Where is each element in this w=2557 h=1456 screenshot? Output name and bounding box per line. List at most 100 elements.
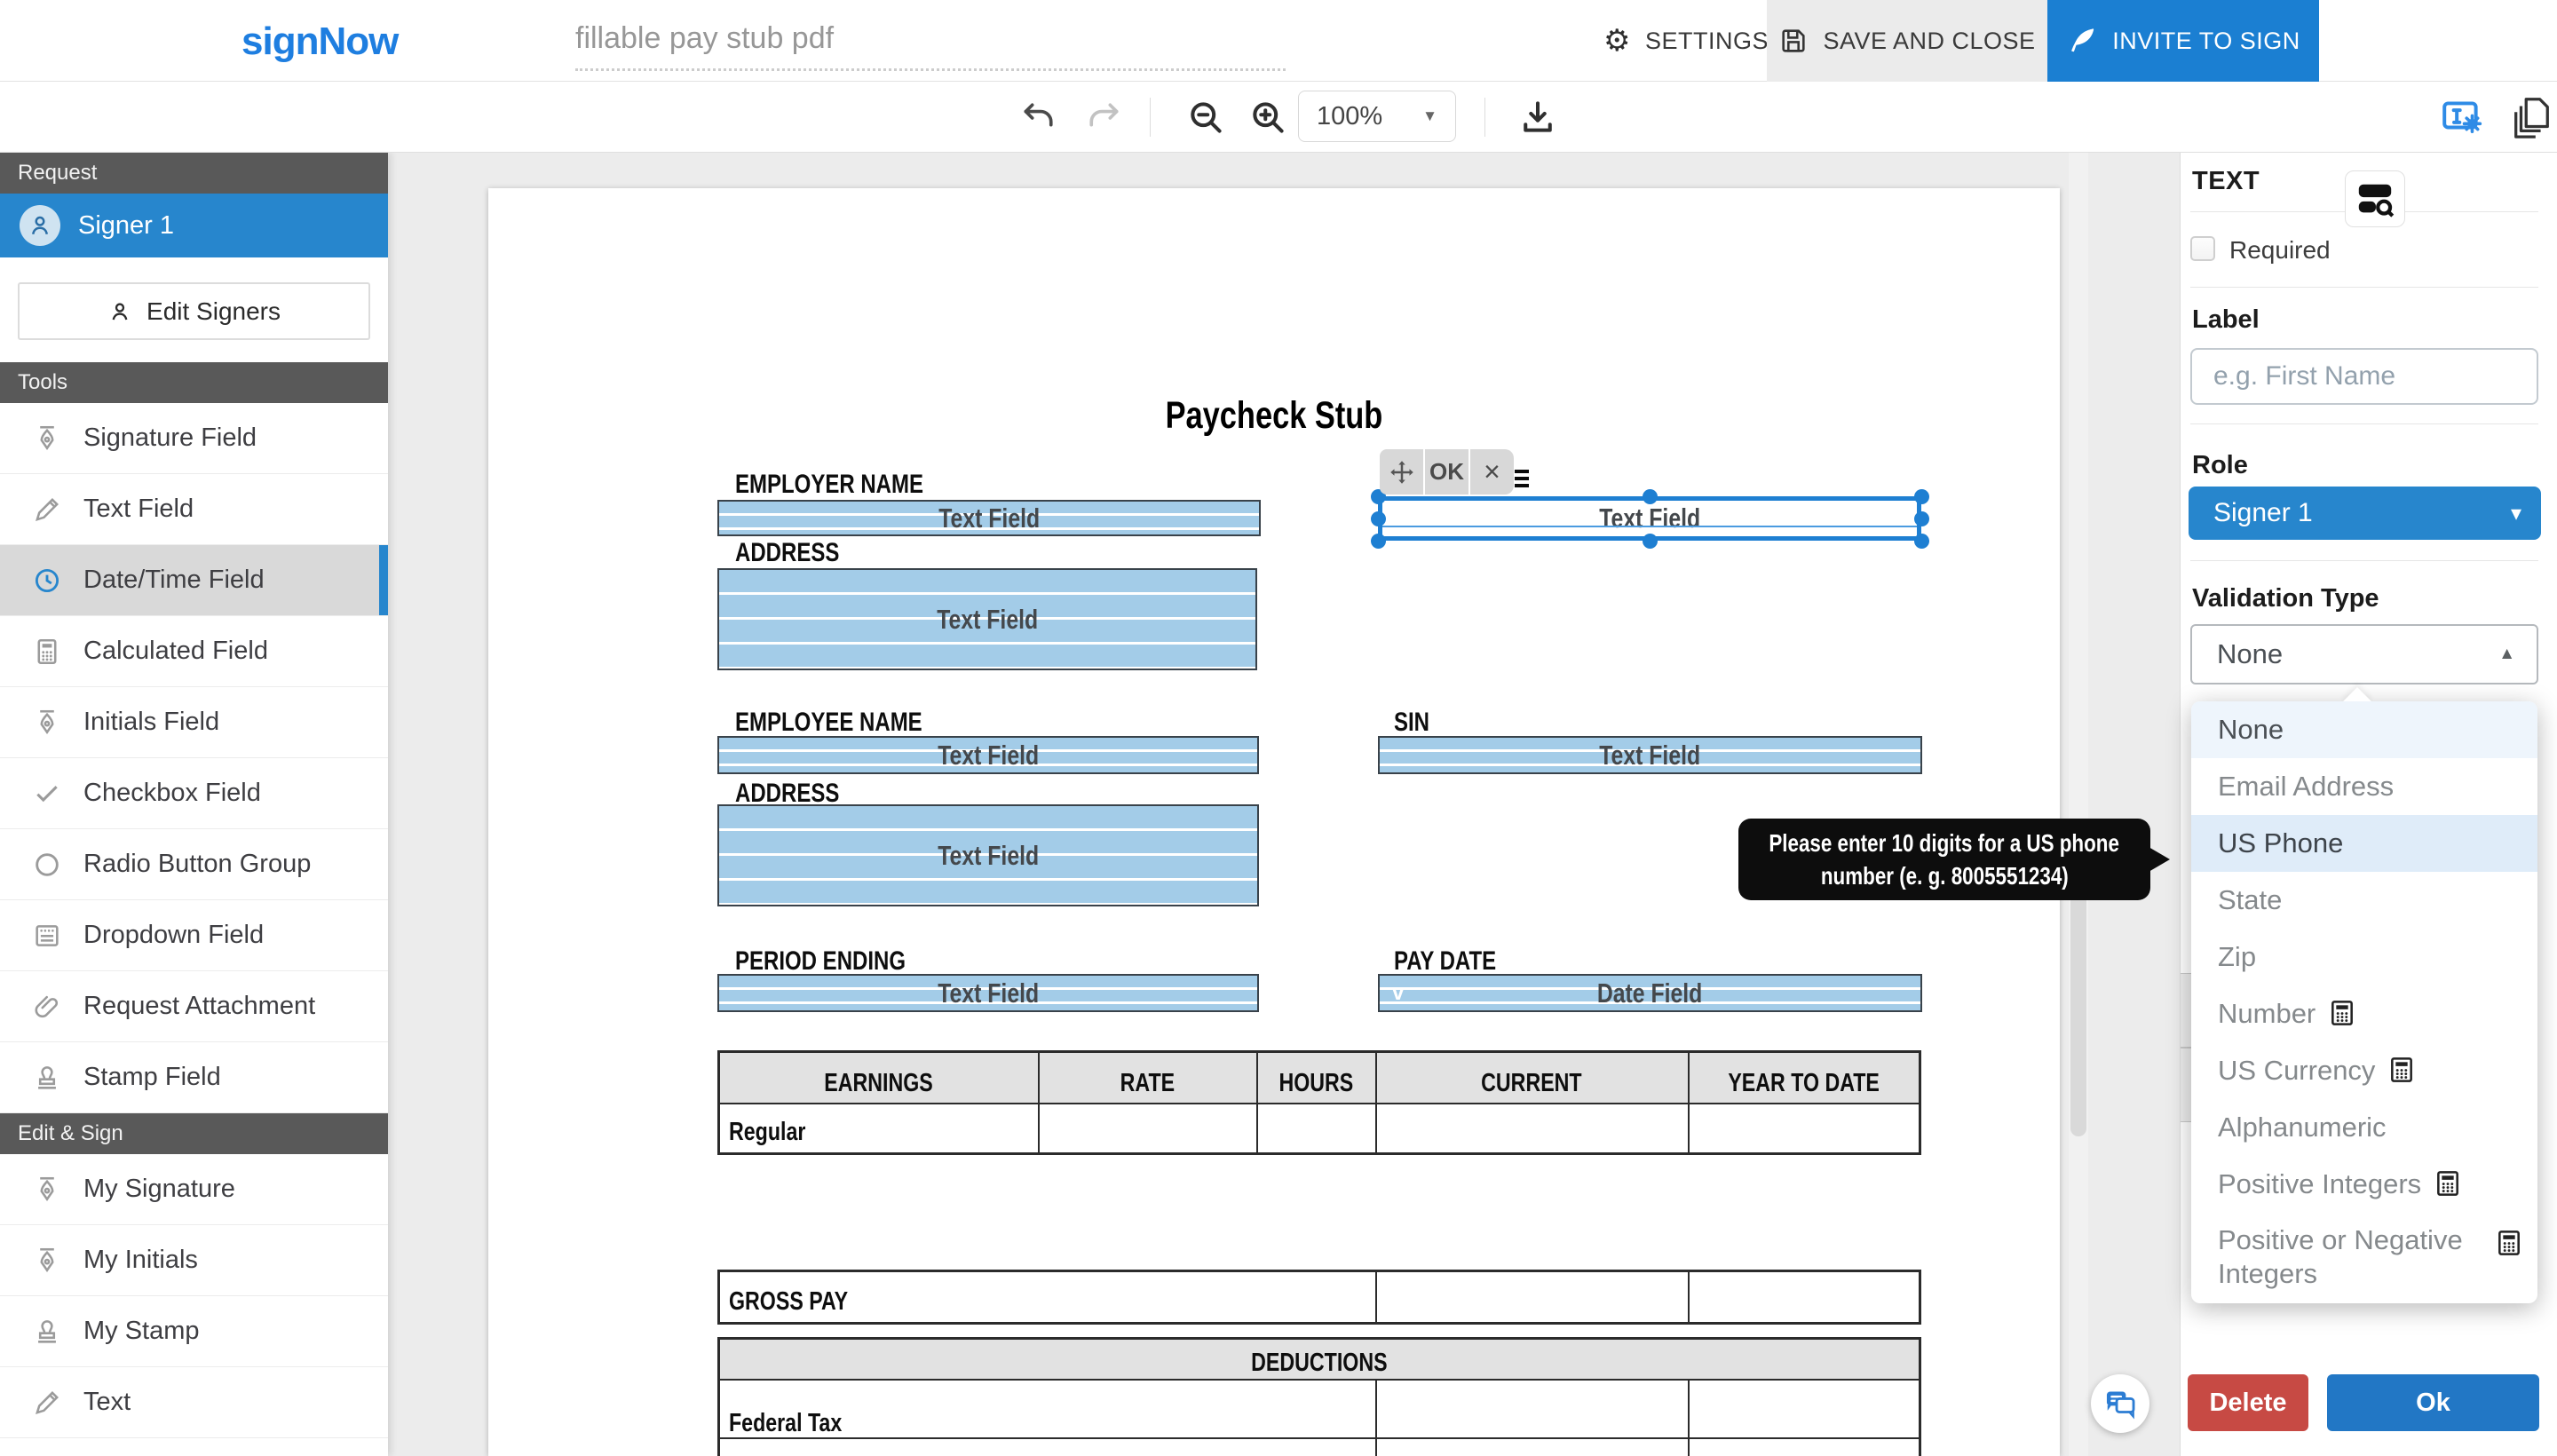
tool-my-signature[interactable]: My Signature [0, 1154, 388, 1225]
caret-down-icon: ▼ [1422, 107, 1437, 125]
signer-1-row[interactable]: Signer 1 [0, 194, 388, 257]
tool-radio-button-group[interactable]: Radio Button Group [0, 829, 388, 900]
stamp-icon [32, 1063, 62, 1093]
employer-name-field[interactable]: Text Field [717, 500, 1261, 536]
resize-handle[interactable] [1371, 534, 1386, 549]
resize-handle[interactable] [1914, 489, 1929, 504]
undo-button[interactable] [1019, 98, 1058, 137]
option-us-currency[interactable]: US Currency [2191, 1042, 2537, 1099]
dropdown-list-icon [32, 921, 62, 951]
document-title[interactable]: fillable pay stub pdf [575, 21, 1286, 71]
resize-handle[interactable] [1643, 534, 1658, 549]
ok-field-button[interactable]: OK [1425, 449, 1468, 495]
zoom-in-button[interactable] [1248, 98, 1287, 137]
address-field[interactable]: Text Field [717, 568, 1257, 670]
fields-search-button[interactable] [2345, 170, 2405, 227]
checkmark-icon [32, 779, 62, 809]
ok-button[interactable]: Ok [2327, 1374, 2539, 1431]
validation-value: None [2217, 638, 2283, 670]
field-lines-icon [1515, 470, 1529, 491]
edit-signers-button[interactable]: Edit Signers [18, 282, 370, 340]
role-select[interactable]: Signer 1 ▾ [2189, 487, 2541, 540]
tool-todays-date[interactable]: Today's Date [0, 1438, 388, 1456]
tool-my-stamp[interactable]: My Stamp [0, 1296, 388, 1367]
editor-toolbar: 100% ▼ [0, 82, 2557, 153]
validation-type-select[interactable]: None ▲ [2190, 624, 2538, 684]
edit-sign-section-header: Edit & Sign [0, 1113, 388, 1154]
download-button[interactable] [1518, 98, 1557, 137]
employee-name-field[interactable]: Text Field [717, 736, 1259, 774]
sin-field[interactable]: Text Field [1378, 736, 1922, 774]
option-positive-or-negative-integers[interactable]: Positive or Negative Integers [2191, 1213, 2537, 1303]
period-ending-field[interactable]: Text Field [717, 974, 1259, 1012]
validation-type-dropdown: None Email Address US Phone State Zip Nu… [2191, 701, 2537, 1303]
resize-handle[interactable] [1371, 511, 1386, 526]
option-number[interactable]: Number [2191, 985, 2537, 1042]
signnow-logo: signNow [241, 20, 398, 64]
option-us-phone[interactable]: US Phone [2191, 815, 2537, 872]
document-scrollbar-thumb[interactable] [2070, 888, 2086, 1136]
option-alphanumeric[interactable]: Alphanumeric [2191, 1099, 2537, 1156]
label-input[interactable] [2190, 348, 2538, 405]
employer-name-label: EMPLOYER NAME [735, 470, 970, 500]
resize-handle[interactable] [1643, 489, 1658, 504]
field-settings-button[interactable] [2440, 94, 2479, 133]
edit-sign-header-label: Edit & Sign [18, 1121, 123, 1146]
tool-label: My Signature [83, 1175, 235, 1204]
settings-button[interactable]: ⚙ SETTINGS [1579, 0, 1793, 82]
tool-date-time-field[interactable]: Date/Time Field [0, 545, 388, 616]
document-scrollbar-track[interactable] [2069, 153, 2088, 1456]
pay-date-field[interactable]: v Date Field [1378, 974, 1922, 1012]
delete-button[interactable]: Delete [2188, 1374, 2308, 1431]
invite-to-sign-button[interactable]: INVITE TO SIGN [2047, 0, 2319, 82]
radio-circle-icon [32, 850, 62, 880]
tool-checkbox-field[interactable]: Checkbox Field [0, 758, 388, 829]
move-icon [1389, 459, 1415, 486]
tool-stamp-field[interactable]: Stamp Field [0, 1042, 388, 1113]
tool-label: Checkbox Field [83, 779, 261, 808]
earnings-table: EARNINGS RATE HOURS CURRENT YEAR TO DATE… [717, 1050, 1921, 1155]
label-field-label: Label [2192, 305, 2260, 335]
tool-label: Stamp Field [83, 1063, 221, 1092]
caret-down-icon: ▾ [2511, 501, 2521, 526]
required-label: Required [2229, 236, 2331, 265]
field-baseline [1382, 526, 1917, 527]
resize-handle[interactable] [1914, 534, 1929, 549]
required-checkbox[interactable] [2190, 236, 2215, 261]
close-field-button[interactable]: × [1470, 449, 1514, 495]
chat-fab[interactable] [2091, 1374, 2149, 1433]
calculator-icon [2434, 1167, 2462, 1199]
resize-handle[interactable] [1914, 511, 1929, 526]
gross-pay-label: GROSS PAY [729, 1287, 878, 1317]
option-zip[interactable]: Zip [2191, 929, 2537, 985]
tool-text[interactable]: Text [0, 1367, 388, 1438]
tool-my-initials[interactable]: My Initials [0, 1225, 388, 1296]
gear-icon: ⚙ [1603, 26, 1631, 56]
date-caret-icon: v [1392, 981, 1404, 1006]
tool-label: Signature Field [83, 423, 257, 453]
pen-nib-icon [32, 1246, 62, 1276]
zoom-level-select[interactable]: 100% ▼ [1298, 91, 1456, 142]
option-none[interactable]: None [2191, 701, 2537, 758]
tool-dropdown-field[interactable]: Dropdown Field [0, 900, 388, 971]
tool-calculated-field[interactable]: Calculated Field [0, 616, 388, 687]
tool-text-field[interactable]: Text Field [0, 474, 388, 545]
move-field-button[interactable] [1380, 449, 1423, 495]
address2-field[interactable]: Text Field [717, 804, 1259, 906]
zoom-level-value: 100% [1317, 102, 1382, 131]
pages-copy-button[interactable] [2509, 94, 2548, 133]
save-and-close-button[interactable]: SAVE AND CLOSE [1767, 0, 2047, 82]
zoom-out-button[interactable] [1186, 98, 1225, 137]
tool-initials-field[interactable]: Initials Field [0, 687, 388, 758]
pen-nib-icon [32, 1175, 62, 1205]
redo-button[interactable] [1084, 98, 1123, 137]
option-email-address[interactable]: Email Address [2191, 758, 2537, 815]
option-state[interactable]: State [2191, 872, 2537, 929]
tool-label: Request Attachment [83, 992, 315, 1021]
tool-request-attachment[interactable]: Request Attachment [0, 971, 388, 1042]
signer-avatar [20, 205, 60, 246]
tool-signature-field[interactable]: Signature Field [0, 403, 388, 474]
tools-header-label: Tools [18, 370, 67, 395]
pencil-icon [32, 1388, 62, 1418]
option-positive-integers[interactable]: Positive Integers [2191, 1156, 2537, 1213]
